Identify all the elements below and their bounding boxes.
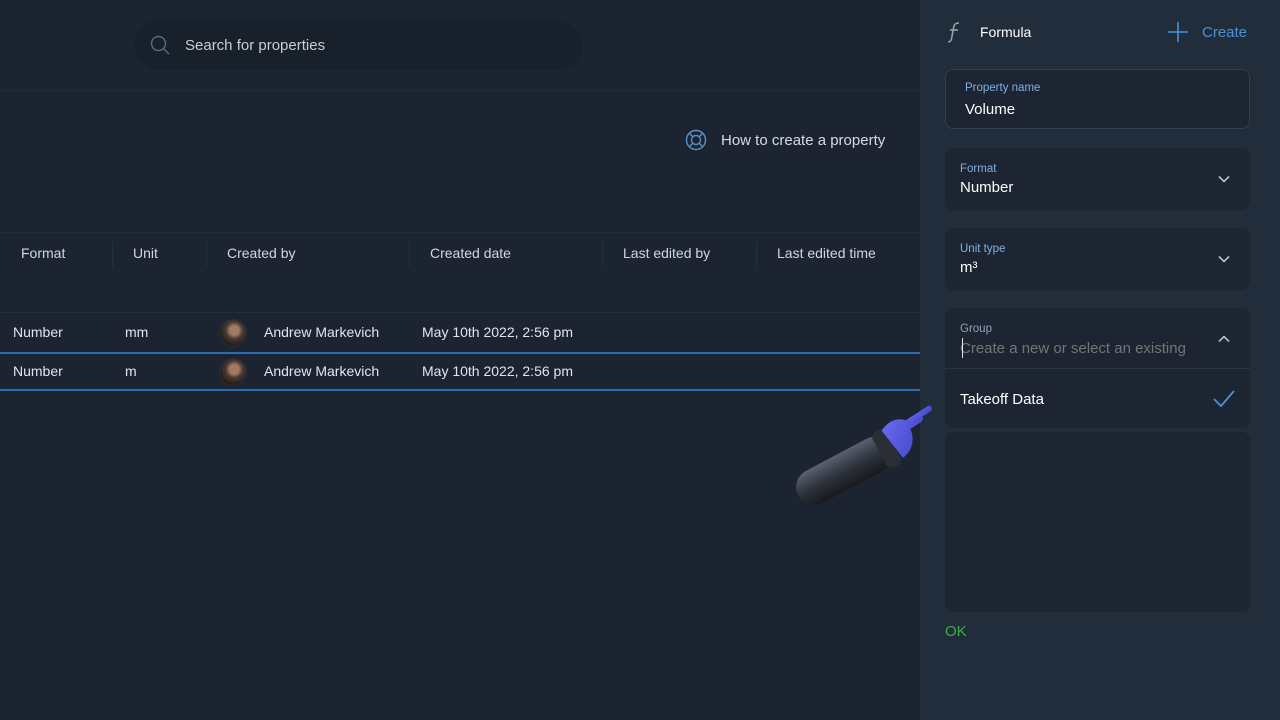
ok-button[interactable]: OK <box>945 623 967 640</box>
group-select[interactable]: Group <box>945 308 1250 368</box>
column-header-unit[interactable]: Unit <box>133 245 158 261</box>
property-name-value[interactable]: Volume <box>965 101 1015 118</box>
lifebuoy-icon <box>685 129 707 151</box>
cell-created-date: May 10th 2022, 2:56 pm <box>422 324 573 340</box>
panel-title: Formula <box>980 24 1032 40</box>
column-header-created-date[interactable]: Created date <box>430 245 511 261</box>
search-icon <box>150 35 170 55</box>
column-divider[interactable] <box>112 241 113 267</box>
column-divider[interactable] <box>756 241 757 267</box>
format-label: Format <box>960 163 997 175</box>
column-header-format[interactable]: Format <box>21 245 65 261</box>
row-divider <box>0 312 920 313</box>
format-value: Number <box>960 179 1014 196</box>
avatar <box>219 319 247 347</box>
group-label: Group <box>960 323 992 335</box>
help-link-label: How to create a property <box>721 131 886 149</box>
column-header-last-edited-by[interactable]: Last edited by <box>623 245 710 261</box>
group-input[interactable] <box>960 338 1210 358</box>
table-row-selected[interactable]: Number m Andrew Markevich May 10th 2022,… <box>0 352 920 391</box>
cell-created-by: Andrew Markevich <box>264 363 380 379</box>
cell-created-by: Andrew Markevich <box>264 324 380 340</box>
column-header-created-by[interactable]: Created by <box>227 245 295 261</box>
format-select[interactable]: Format Number <box>945 148 1250 210</box>
unit-type-value: m³ <box>960 259 978 276</box>
unit-type-label: Unit type <box>960 243 1006 255</box>
column-divider[interactable] <box>206 241 207 267</box>
dropdown-empty-area <box>945 432 1250 612</box>
search-input[interactable] <box>185 20 565 70</box>
column-divider[interactable] <box>602 241 603 267</box>
create-button[interactable]: Create <box>1167 20 1247 44</box>
cell-format: Number <box>13 363 63 379</box>
panel-header: Formula Create <box>920 0 1280 64</box>
column-header-last-edited-time[interactable]: Last edited time <box>777 245 876 261</box>
table-header: Format Unit Created by Created date Last… <box>0 232 920 274</box>
property-editor-panel: Formula Create Property name Volume Form… <box>920 0 1280 720</box>
avatar <box>219 358 247 386</box>
pointing-hand-icon <box>796 405 933 505</box>
text-cursor <box>962 338 963 358</box>
column-divider[interactable] <box>409 241 410 267</box>
header-divider <box>0 90 920 91</box>
table-row[interactable]: Number mm Andrew Markevich May 10th 2022… <box>0 314 920 352</box>
plus-icon <box>1168 22 1188 42</box>
property-name-label: Property name <box>965 82 1041 94</box>
cell-created-date: May 10th 2022, 2:56 pm <box>422 363 573 379</box>
formula-icon <box>947 22 960 43</box>
chevron-down-icon[interactable] <box>1218 255 1230 263</box>
unit-type-select[interactable]: Unit type m³ <box>945 228 1250 290</box>
cell-format: Number <box>13 324 63 340</box>
search-bar[interactable] <box>135 20 582 70</box>
check-icon <box>1213 390 1235 408</box>
cell-unit: mm <box>125 324 149 340</box>
create-button-label: Create <box>1202 23 1248 41</box>
property-name-field[interactable]: Property name Volume <box>945 69 1250 129</box>
group-dropdown-list: Takeoff Data <box>945 368 1250 428</box>
chevron-down-icon[interactable] <box>1218 175 1230 183</box>
properties-main: How to create a property Format Unit Cre… <box>0 0 920 720</box>
chevron-up-icon[interactable] <box>1218 335 1230 343</box>
group-option-takeoff-data[interactable]: Takeoff Data <box>960 391 1044 408</box>
cell-unit: m <box>125 363 137 379</box>
help-link[interactable]: How to create a property <box>685 128 885 152</box>
